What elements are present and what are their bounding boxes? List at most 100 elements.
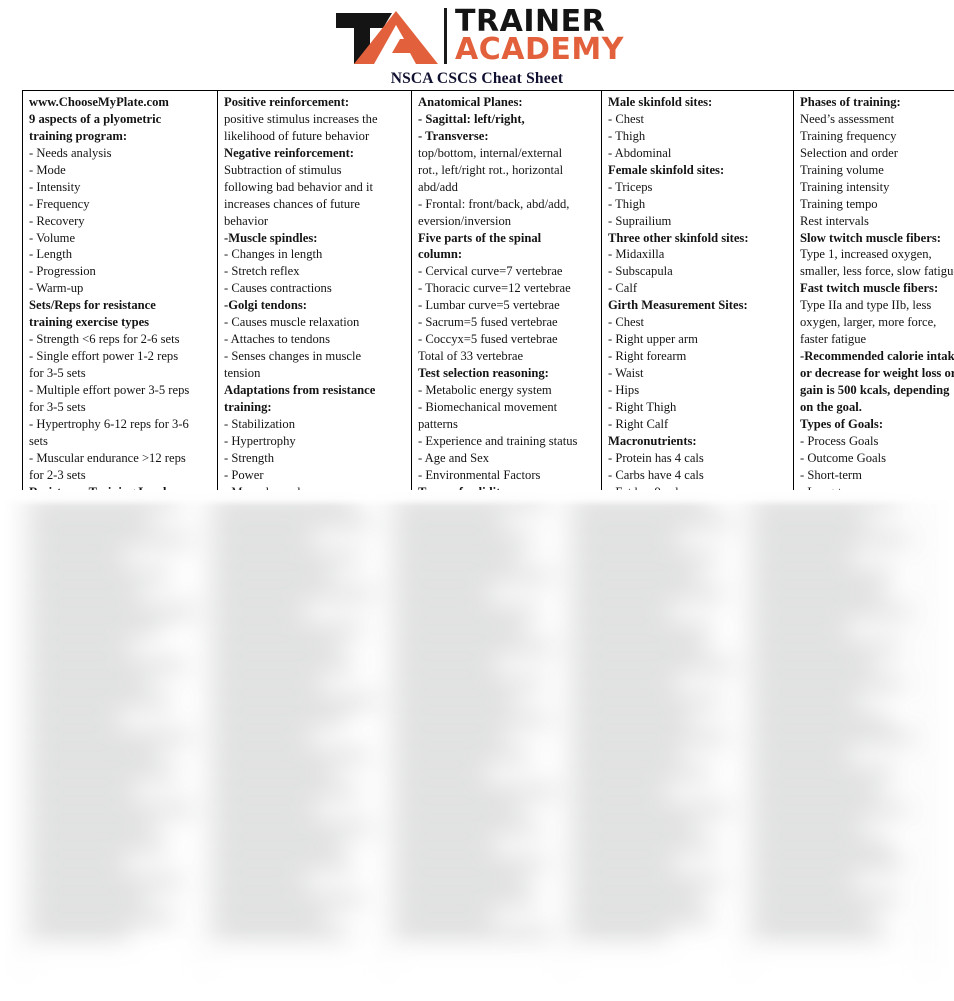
cheat-line: Need’s assessment [800, 111, 895, 126]
cheat-line: - Causes muscle relaxation [224, 315, 360, 330]
cheat-line: Subtraction of stimulus [224, 162, 342, 177]
cheat-line: - Stretch reflex [224, 264, 300, 279]
cheat-line: behavior [224, 213, 269, 228]
cheat-line: - Hips [608, 382, 640, 397]
cheat-line: - Power [224, 467, 264, 482]
cheat-line: Positive reinforcement: [224, 95, 350, 109]
cheat-line: - Abdominal [608, 145, 672, 160]
cheat-line: Female skinfold sites: [608, 162, 725, 177]
cheat-line: Adaptations from resistance [224, 382, 376, 397]
cheat-line: - Progression [29, 264, 96, 279]
cheat-line: Training frequency [800, 128, 897, 143]
cheat-line: - Chest [608, 315, 645, 330]
cheat-line: or decrease for weight loss or [800, 366, 954, 380]
cheat-line: - Strength <6 reps for 2-6 sets [29, 332, 180, 347]
cheat-line: - Sagittal: left/right, [418, 111, 525, 126]
cheat-line: - Warm-up [29, 281, 84, 296]
cheat-line: Types of Goals: [800, 416, 884, 431]
cheat-line: Sets/Reps for resistance [29, 298, 156, 313]
cheat-line: Phases of training: [800, 95, 901, 109]
cheat-line: - Stabilization [224, 416, 295, 431]
cheat-line: Training tempo [800, 196, 878, 211]
cheat-line: - Triceps [608, 179, 653, 194]
cheat-line: Fast twitch muscle fibers: [800, 281, 939, 296]
cheat-line: Type 1, increased oxygen, [800, 247, 932, 262]
cheat-line: - Recovery [29, 213, 85, 228]
cheat-line: smaller, less force, slow fatigue [800, 264, 954, 279]
cheat-line: training program: [29, 128, 128, 143]
cheat-line: - Intensity [29, 179, 81, 194]
cheat-line: - Attaches to tendons [224, 332, 330, 347]
cheat-line: top/bottom, internal/external [418, 145, 563, 160]
cheat-line: - Suprailium [608, 213, 672, 228]
cheat-line: - Carbs have 4 cals [608, 467, 704, 482]
cheat-column-4: Male skinfold sites: - Chest - Thigh - Abdo… [601, 89, 794, 557]
cheat-line: - Metabolic energy system [418, 382, 552, 397]
cheat-line: www.ChooseMyPlate.com [29, 95, 169, 109]
cheat-line: gain is 500 kcals, depending [800, 382, 950, 397]
cheat-line: on the goal. [800, 399, 862, 414]
cheat-line: - Right Calf [608, 416, 669, 431]
fade-left-mask [0, 490, 14, 1001]
cheat-column-2: Positive reinforcement: positive stimulus… [217, 89, 412, 557]
cheat-line: - Process Goals [800, 433, 879, 448]
blurred-page-continuation [0, 490, 954, 1001]
cheat-line: 9 aspects of a plyometric [29, 111, 162, 126]
cheat-line: - Changes in length [224, 247, 323, 262]
cheat-line: Negative reinforcement: [224, 145, 354, 160]
trainer-academy-logo-icon [330, 7, 440, 65]
cheat-line: - Frequency [29, 196, 90, 211]
page-title: NSCA CSCS Cheat Sheet [390, 70, 564, 87]
cheat-line: Selection and order [800, 145, 898, 160]
cheat-line: - Thigh [608, 128, 646, 143]
cheat-line: Three other skinfold sites: [608, 230, 749, 245]
ghost-column-3 [393, 490, 559, 1001]
cheat-line: - Right forearm [608, 349, 687, 364]
cheat-line: - Hypertrophy [224, 433, 296, 448]
cheat-line: Total of 33 vertebrae [418, 349, 524, 364]
cheat-line: -Golgi tendons: [224, 298, 307, 313]
cheat-line: -Recommended calorie intake [800, 349, 954, 364]
cheat-line: - Calf [608, 281, 638, 296]
cheat-line: training exercise types [29, 315, 150, 330]
cheat-line: - Transverse: [418, 128, 489, 143]
cheat-line: - Waist [608, 366, 644, 380]
cheat-line: Macronutrients: [608, 433, 697, 448]
cheat-line: - Age and Sex [418, 450, 489, 465]
cheat-line: - Strength [224, 450, 275, 465]
cheat-line: - Hypertrophy 6-12 reps for 3-6 [29, 416, 189, 431]
cheat-line: - Causes contractions [224, 281, 332, 296]
cheat-column-5: Phases of training: Need’s assessment Trai… [793, 89, 954, 557]
cheat-line: - Coccyx=5 fused vertebrae [418, 332, 558, 347]
cheat-line: - Sacrum=5 fused vertebrae [418, 315, 558, 330]
cheat-line: for 3-5 sets [29, 399, 86, 414]
cheat-line: - Senses changes in muscle [224, 349, 362, 364]
cheat-line: - Environmental Factors [418, 467, 541, 482]
cheat-line: Male skinfold sites: [608, 95, 713, 109]
cheat-line: likelihood of future behavior [224, 128, 370, 143]
cheat-line: rot., left/right rot., horizontal [418, 162, 564, 177]
cheat-line: oxygen, larger, more force, [800, 315, 937, 330]
cheat-column-3: Anatomical Planes: - Sagittal: left/right… [411, 89, 602, 557]
fade-top-mask [0, 490, 954, 506]
cheat-line: abd/add [418, 179, 458, 194]
cheat-line: - Thigh [608, 196, 646, 211]
logo-divider [444, 8, 448, 64]
cheat-line: - Right Thigh [608, 399, 677, 414]
cheat-line: -Muscle spindles: [224, 230, 318, 245]
cheat-line: faster fatigue [800, 332, 867, 347]
cheat-line: positive stimulus increases the [224, 111, 378, 126]
blurred-content [0, 490, 954, 1001]
cheat-line: following bad behavior and it [224, 179, 373, 194]
cheat-line: - Chest [608, 111, 645, 126]
cheat-line: - Mode [29, 162, 66, 177]
cheat-line: tension [224, 366, 261, 380]
ghost-column-5 [751, 490, 921, 1001]
cheat-line: - Lumbar curve=5 vertebrae [418, 298, 560, 313]
cheat-line: - Thoracic curve=12 vertebrae [418, 281, 571, 296]
cheat-sheet-table: www.ChooseMyPlate.com 9 aspects of a plyo… [22, 89, 954, 557]
cheat-line: - Length [29, 247, 73, 262]
cheat-line: - Volume [29, 230, 76, 245]
cheat-line: - Frontal: front/back, abd/add, [418, 196, 570, 211]
cheat-line: column: [418, 247, 463, 262]
